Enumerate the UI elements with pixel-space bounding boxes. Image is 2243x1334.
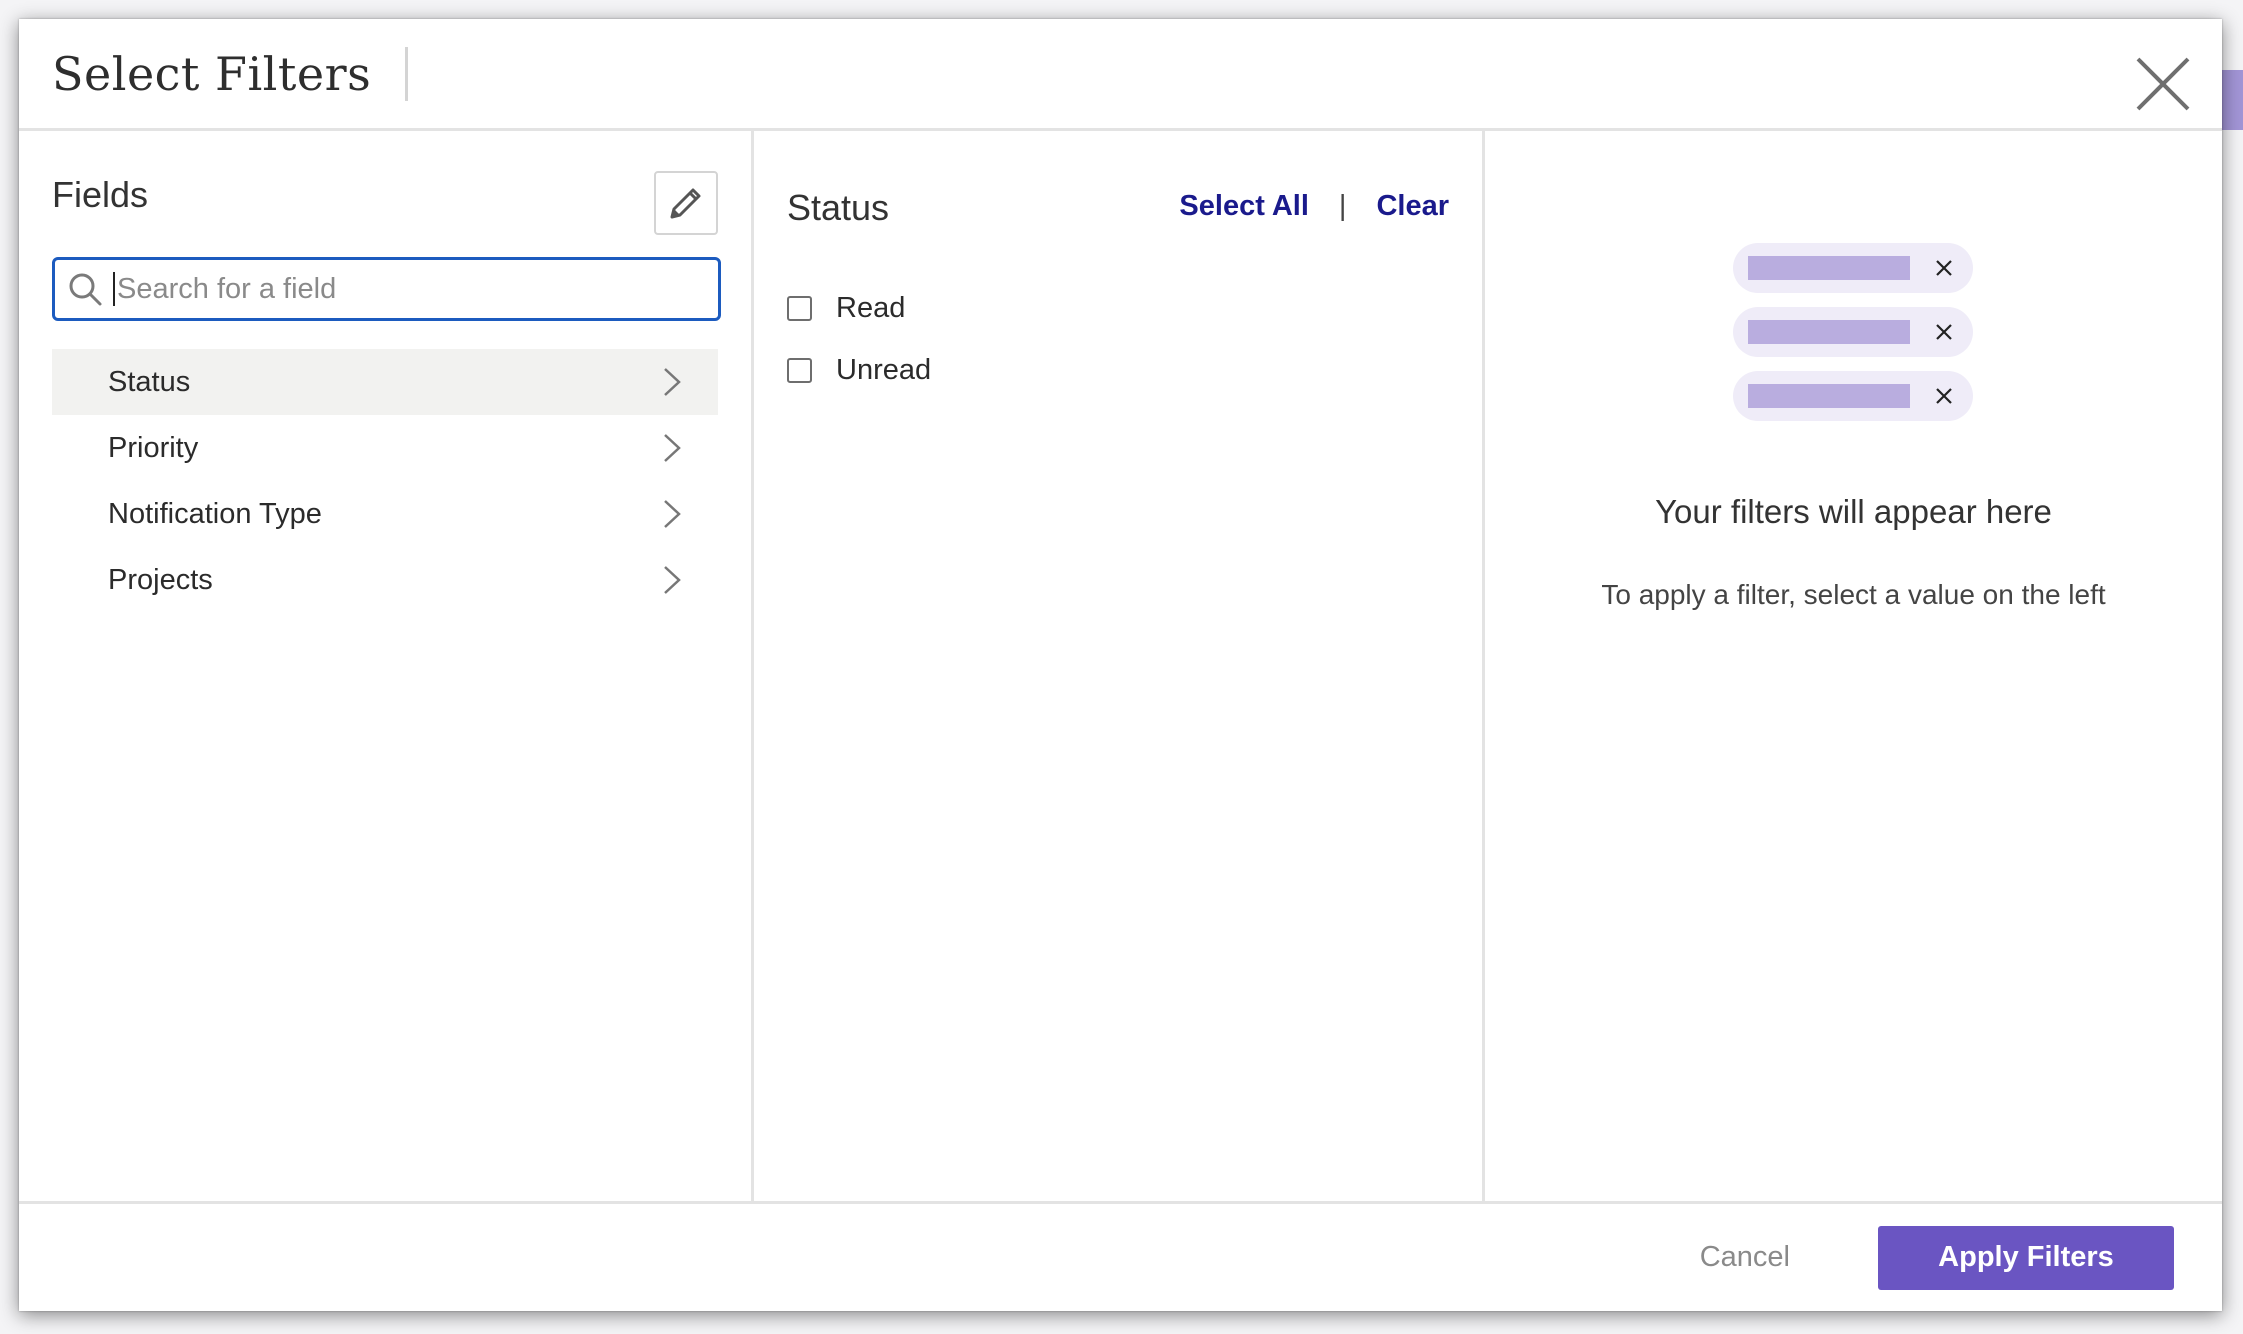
x-icon (1936, 324, 1952, 340)
select-all-link[interactable]: Select All (1179, 190, 1308, 223)
fields-title: Fields (52, 174, 149, 215)
field-item-label: Notification Type (108, 497, 322, 530)
option-label: Read (836, 291, 906, 324)
apply-filters-button[interactable]: Apply Filters (1878, 1225, 2174, 1290)
chevron-right-icon (664, 566, 681, 594)
cancel-button[interactable]: Cancel (1700, 1241, 1790, 1274)
unread-checkbox[interactable] (787, 357, 812, 383)
field-item-notification-type[interactable]: Notification Type (52, 481, 718, 547)
fields-panel: Fields Status (19, 131, 754, 1201)
close-button[interactable] (2134, 55, 2192, 113)
pencil-icon (670, 188, 701, 219)
placeholder-chips-illustration (1733, 243, 1973, 435)
edit-fields-button[interactable] (654, 171, 718, 235)
chevron-right-icon (664, 500, 681, 528)
field-item-label: Projects (108, 563, 213, 596)
empty-state-title: Your filters will appear here (1655, 493, 2052, 530)
field-item-status[interactable]: Status (52, 349, 718, 415)
placeholder-chip (1733, 371, 1973, 421)
clear-link[interactable]: Clear (1376, 190, 1449, 223)
search-icon (69, 273, 102, 306)
chip-placeholder-bar (1748, 384, 1910, 408)
placeholder-chip (1733, 307, 1973, 357)
search-input[interactable] (117, 272, 677, 306)
empty-state-subtitle: To apply a filter, select a value on the… (1601, 579, 2106, 610)
option-list: Read Unread (787, 277, 1449, 401)
modal-header: Select Filters (19, 19, 2222, 131)
field-item-projects[interactable]: Projects (52, 547, 718, 613)
values-panel: Status Select All | Clear Read Unread (754, 131, 1485, 1201)
option-unread[interactable]: Unread (787, 339, 1449, 401)
chevron-right-icon (664, 434, 681, 462)
field-list: Status Priority Notification Type Projec… (52, 349, 718, 613)
text-caret (113, 272, 115, 306)
modal-body: Fields Status (19, 131, 2222, 1201)
read-checkbox[interactable] (787, 295, 812, 321)
field-item-priority[interactable]: Priority (52, 415, 718, 481)
link-separator: | (1338, 189, 1347, 222)
chip-placeholder-bar (1748, 256, 1910, 280)
values-header: Status Select All | Clear (787, 171, 1449, 241)
search-field[interactable] (52, 257, 721, 321)
modal-title: Select Filters (52, 46, 372, 101)
field-item-label: Priority (108, 431, 199, 464)
option-read[interactable]: Read (787, 277, 1449, 339)
fields-header: Fields (52, 171, 718, 241)
title-divider (405, 46, 409, 101)
chevron-right-icon (664, 368, 681, 396)
select-filters-modal: Select Filters Fields Search for a field… (19, 19, 2222, 1311)
filters-preview-panel: Your filters will appear here To apply a… (1485, 131, 2222, 1201)
field-item-label: Status (108, 365, 191, 398)
placeholder-chip (1733, 243, 1973, 293)
option-label: Unread (836, 353, 932, 386)
chip-placeholder-bar (1748, 320, 1910, 344)
x-icon (1936, 260, 1952, 276)
values-title: Status (787, 186, 890, 228)
close-icon (2136, 57, 2190, 111)
modal-footer: Cancel Apply Filters (19, 1201, 2222, 1311)
x-icon (1936, 388, 1952, 404)
